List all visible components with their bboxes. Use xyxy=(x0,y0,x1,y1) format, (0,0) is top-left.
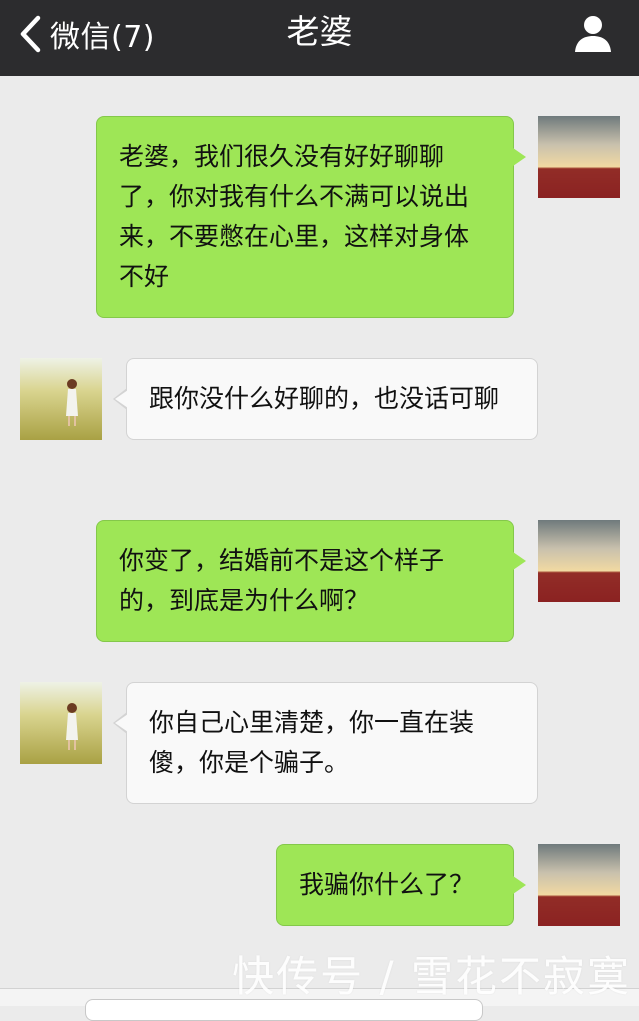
sunset-field-avatar-image xyxy=(538,844,620,926)
sunset-field-avatar-image xyxy=(538,520,620,602)
chat-title: 老婆 xyxy=(286,12,353,51)
message-bubble-received[interactable]: 跟你没什么好聊的，也没话可聊 xyxy=(113,358,538,440)
message-bubble-sent[interactable]: 老婆，我们很久没有好好聊聊了，你对我有什么不满可以说出来，不要憋在心里，这样对身… xyxy=(96,116,526,318)
profile-button[interactable] xyxy=(573,13,613,53)
message-bubble-sent[interactable]: 你变了，结婚前不是这个样子的，到底是为什么啊？ xyxy=(96,520,526,642)
watermark-text: 快传号 / 雪花不寂寞 xyxy=(232,952,631,1001)
person-icon xyxy=(575,16,611,52)
my-avatar[interactable] xyxy=(538,844,620,926)
contact-avatar[interactable] xyxy=(20,358,102,440)
girl-in-field-avatar-image xyxy=(20,682,102,764)
contact-avatar[interactable] xyxy=(20,682,102,764)
sunset-field-avatar-image xyxy=(538,116,620,198)
top-navigation-bar: 微信(7) 老婆 xyxy=(0,0,639,76)
my-avatar[interactable] xyxy=(538,116,620,198)
my-avatar[interactable] xyxy=(538,520,620,602)
message-bubble-received[interactable]: 你自己心里清楚，你一直在装傻，你是个骗子。 xyxy=(113,682,538,804)
girl-in-field-avatar-image xyxy=(20,358,102,440)
message-bubble-sent[interactable]: 我骗你什么了？ xyxy=(276,844,526,926)
